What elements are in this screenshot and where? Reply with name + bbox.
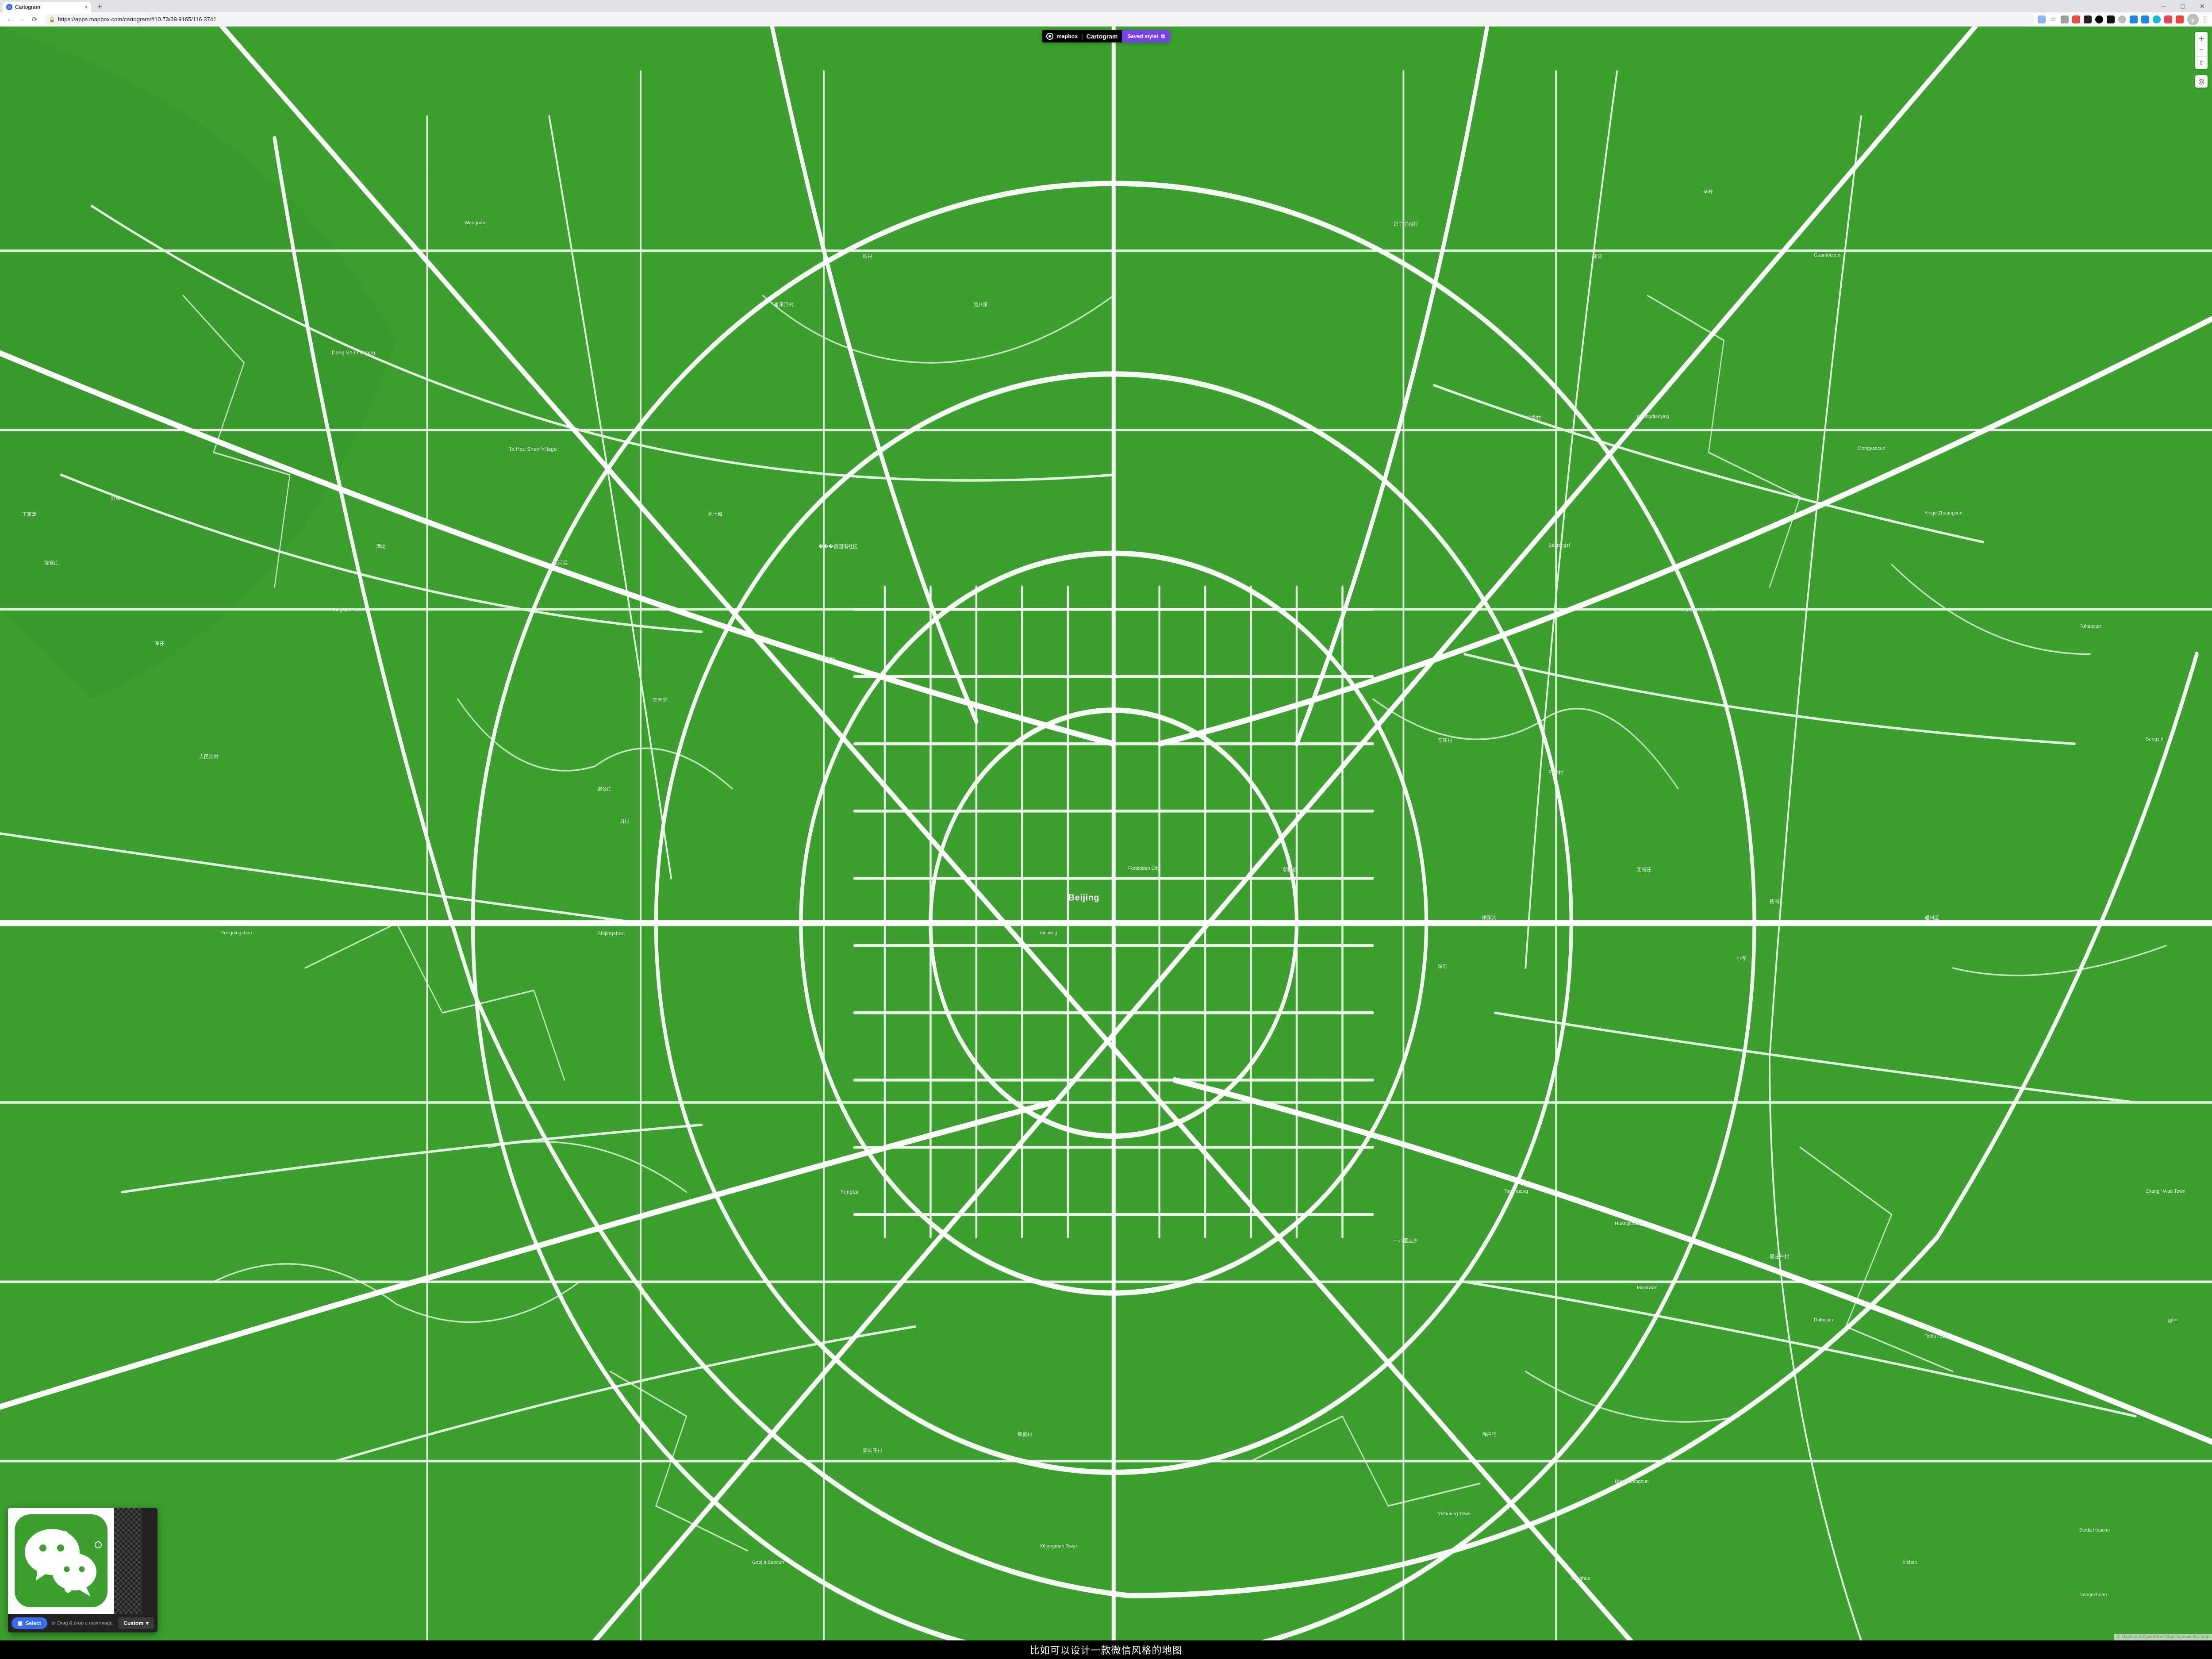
custom-dropdown[interactable]: Custom ▾ bbox=[118, 1617, 154, 1629]
window-close-icon[interactable]: ✕ bbox=[2193, 0, 2212, 12]
color-handle-green[interactable] bbox=[95, 1541, 102, 1548]
zoom-controls: ＋ − ⇧ bbox=[2195, 32, 2208, 69]
url-text: https://apps.mapbox.com/cartogram/#10.73… bbox=[58, 16, 216, 23]
tab-title: Cartogram bbox=[15, 4, 40, 10]
camera-icon[interactable] bbox=[2061, 15, 2069, 23]
style-source-card: ▣ Select or Drag & drop a new image. Cus… bbox=[8, 1508, 157, 1632]
gray-circle-icon[interactable] bbox=[2118, 15, 2126, 23]
mapbox-logo-icon bbox=[1046, 33, 1053, 40]
header-pill: mapbox | Cartogram Saved style! ⧉ bbox=[1042, 30, 1170, 42]
grid-icon[interactable] bbox=[2107, 15, 2115, 23]
lock-icon: 🔒 bbox=[49, 16, 55, 23]
pin-icon[interactable] bbox=[2176, 15, 2184, 23]
cyan-circle-icon[interactable] bbox=[2153, 15, 2161, 23]
select-label: Select bbox=[25, 1620, 41, 1626]
profile-avatar[interactable]: y bbox=[2187, 14, 2199, 25]
transparency-swatch bbox=[114, 1508, 142, 1614]
window-titlebar: Cartogram × + ─ ▢ ✕ bbox=[0, 0, 2212, 12]
open-external-icon: ⧉ bbox=[1161, 33, 1165, 40]
product-name: Cartogram bbox=[1087, 33, 1118, 40]
forward-button: → bbox=[16, 13, 28, 26]
zoom-out-button[interactable]: − bbox=[2195, 44, 2208, 57]
black-circle-icon[interactable] bbox=[2095, 15, 2103, 23]
pocket-icon[interactable] bbox=[2164, 15, 2172, 23]
panda-icon[interactable] bbox=[2084, 15, 2092, 23]
window-maximize-icon[interactable]: ▢ bbox=[2173, 0, 2193, 12]
tab-favicon bbox=[6, 4, 12, 10]
saved-style-button[interactable]: Saved style! ⧉ bbox=[1122, 30, 1170, 42]
map-canvas[interactable]: Beijing Forbidden CityXichengFengtaiShij… bbox=[0, 27, 2212, 1640]
subtitle-text: 比如可以设计一款微信风格的地图 bbox=[1029, 1643, 1182, 1657]
select-image-button[interactable]: ▣ Select bbox=[12, 1617, 47, 1629]
wechat-logo-icon bbox=[15, 1514, 108, 1607]
custom-label: Custom bbox=[123, 1620, 143, 1626]
browser-toolbar: ← → ⟳ 🔒 https://apps.mapbox.com/cartogra… bbox=[0, 12, 2212, 27]
image-icon: ▣ bbox=[18, 1620, 23, 1626]
star-icon[interactable]: ☆ bbox=[2049, 15, 2057, 23]
map-svg bbox=[0, 27, 2212, 1640]
address-bar[interactable]: 🔒 https://apps.mapbox.com/cartogram/#10.… bbox=[44, 14, 2034, 25]
reload-button[interactable]: ⟳ bbox=[28, 13, 41, 26]
download-icon[interactable] bbox=[2141, 15, 2149, 23]
close-tab-icon[interactable]: × bbox=[84, 4, 88, 10]
extension-icons: ☆ bbox=[2038, 15, 2184, 23]
zoom-in-button[interactable]: ＋ bbox=[2195, 32, 2208, 44]
browser-tab[interactable]: Cartogram × bbox=[3, 2, 91, 12]
chrome-menu-icon[interactable]: ⋮ bbox=[2201, 15, 2208, 24]
color-handle-white[interactable] bbox=[61, 1531, 68, 1538]
saved-style-label: Saved style! bbox=[1127, 33, 1158, 39]
brand-badge: mapbox | Cartogram bbox=[1042, 30, 1122, 42]
brand-name: mapbox bbox=[1057, 33, 1078, 39]
chevron-down-icon: ▾ bbox=[146, 1620, 149, 1626]
subtitle-bar: 比如可以设计一款微信风格的地图 bbox=[0, 1640, 2212, 1659]
locate-control: ◎ bbox=[2195, 75, 2208, 88]
source-image[interactable] bbox=[8, 1508, 114, 1614]
translate-icon[interactable] bbox=[2038, 15, 2046, 23]
red-dot-icon[interactable] bbox=[2072, 15, 2080, 23]
new-tab-button[interactable]: + bbox=[95, 1, 105, 12]
blue-square-icon[interactable] bbox=[2130, 15, 2138, 23]
color-handle-white-2[interactable] bbox=[65, 1586, 72, 1593]
drag-hint: or Drag & drop a new image. bbox=[52, 1621, 114, 1626]
locate-button[interactable]: ◎ bbox=[2195, 75, 2208, 88]
back-button[interactable]: ← bbox=[4, 13, 16, 26]
window-minimize-icon[interactable]: ─ bbox=[2154, 0, 2173, 12]
map-attribution[interactable]: © Mapbox © OpenStreetMap Improve this ma… bbox=[2114, 1634, 2212, 1640]
compass-button[interactable]: ⇧ bbox=[2195, 57, 2208, 69]
